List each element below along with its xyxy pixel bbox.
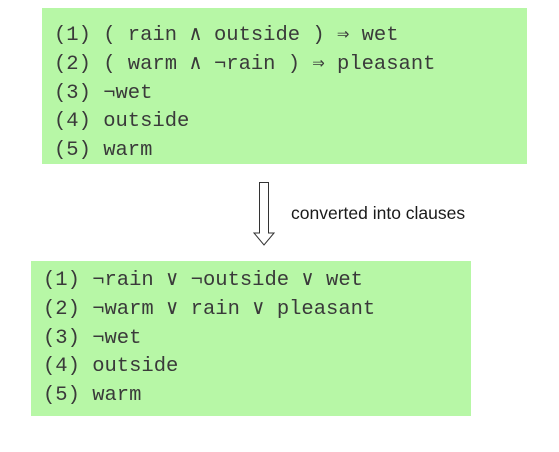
clause-line-1: (1) ¬rain ∨ ¬outside ∨ wet (43, 269, 363, 292)
clause-line-5: (5) warm (43, 384, 142, 408)
clause-line-4: (4) outside (43, 355, 179, 379)
premise-line-1: (1) ( rain ∧ outside ) ⇒ wet (54, 24, 399, 47)
conversion-caption: converted into clauses (291, 203, 466, 223)
down-arrow-icon (253, 182, 275, 246)
premises-box: (1) ( rain ∧ outside ) ⇒ wet (2) ( warm … (42, 8, 527, 164)
clause-line-3: (3) ¬wet (43, 326, 142, 350)
premise-line-2: (2) ( warm ∧ ¬rain ) ⇒ pleasant (54, 52, 436, 76)
premise-line-3: (3) ¬wet (54, 81, 153, 105)
premise-line-4: (4) outside (54, 110, 190, 134)
clause-line-2: (2) ¬warm ∨ rain ∨ pleasant (43, 297, 376, 321)
premise-line-5: (5) warm (54, 139, 153, 163)
clauses-box: (1) ¬rain ∨ ¬outside ∨ wet (2) ¬warm ∨ r… (31, 261, 471, 416)
